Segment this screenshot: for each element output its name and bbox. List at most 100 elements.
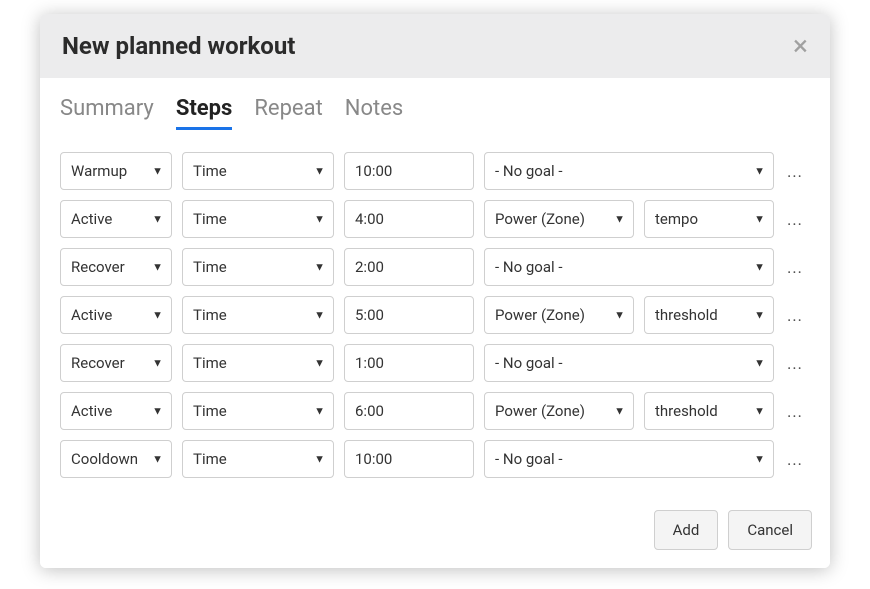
tabs: Summary Steps Repeat Notes: [60, 96, 810, 130]
step-goal-label: Power (Zone): [495, 402, 585, 420]
chevron-down-icon: ▼: [314, 405, 325, 418]
step-more-icon[interactable]: ...: [784, 258, 806, 277]
dialog-header: New planned workout ×: [40, 14, 830, 78]
step-value-input[interactable]: 6:00: [344, 392, 474, 430]
step-type-select[interactable]: Recover ▼: [60, 344, 172, 382]
dialog-footer: Add Cancel: [40, 496, 830, 568]
step-value-label: 6:00: [355, 402, 384, 420]
new-workout-dialog: New planned workout × Summary Steps Repe…: [40, 14, 830, 568]
step-more-icon[interactable]: ...: [784, 354, 806, 373]
step-value-label: 10:00: [355, 162, 392, 180]
step-zone-label: threshold: [655, 306, 718, 324]
step-goal-label: - No goal -: [495, 162, 563, 180]
chevron-down-icon: ▼: [314, 261, 325, 274]
chevron-down-icon: ▼: [754, 405, 765, 418]
tab-summary[interactable]: Summary: [60, 96, 154, 130]
step-measure-select[interactable]: Time ▼: [182, 440, 334, 478]
step-value-label: 10:00: [355, 450, 392, 468]
step-value-input[interactable]: 10:00: [344, 440, 474, 478]
step-goal-label: - No goal -: [495, 258, 563, 276]
dialog-title: New planned workout: [62, 32, 295, 60]
step-row: Warmup ▼ Time ▼ 10:00 - No goal - ▼ ...: [60, 152, 810, 190]
step-measure-select[interactable]: Time ▼: [182, 392, 334, 430]
step-goal-label: Power (Zone): [495, 306, 585, 324]
step-type-select[interactable]: Recover ▼: [60, 248, 172, 286]
step-type-select[interactable]: Active ▼: [60, 296, 172, 334]
step-type-select[interactable]: Cooldown ▼: [60, 440, 172, 478]
step-measure-label: Time: [193, 210, 227, 228]
chevron-down-icon: ▼: [754, 165, 765, 178]
step-zone-select[interactable]: threshold ▼: [644, 296, 774, 334]
step-measure-select[interactable]: Time ▼: [182, 248, 334, 286]
step-measure-select[interactable]: Time ▼: [182, 344, 334, 382]
step-measure-label: Time: [193, 162, 227, 180]
step-more-icon[interactable]: ...: [784, 162, 806, 181]
steps-list: Warmup ▼ Time ▼ 10:00 - No goal - ▼ ...: [60, 152, 810, 478]
tab-notes[interactable]: Notes: [345, 96, 403, 130]
chevron-down-icon: ▼: [152, 213, 163, 226]
step-zone-select[interactable]: tempo ▼: [644, 200, 774, 238]
chevron-down-icon: ▼: [754, 213, 765, 226]
chevron-down-icon: ▼: [314, 165, 325, 178]
step-value-input[interactable]: 2:00: [344, 248, 474, 286]
chevron-down-icon: ▼: [754, 261, 765, 274]
step-more-icon[interactable]: ...: [784, 450, 806, 469]
step-value-input[interactable]: 4:00: [344, 200, 474, 238]
chevron-down-icon: ▼: [614, 309, 625, 322]
step-measure-select[interactable]: Time ▼: [182, 152, 334, 190]
step-more-icon[interactable]: ...: [784, 306, 806, 325]
step-goal-label: - No goal -: [495, 450, 563, 468]
step-value-input[interactable]: 1:00: [344, 344, 474, 382]
step-type-label: Cooldown: [71, 450, 138, 468]
step-zone-select[interactable]: threshold ▼: [644, 392, 774, 430]
step-type-select[interactable]: Warmup ▼: [60, 152, 172, 190]
dialog-body: Summary Steps Repeat Notes Warmup ▼ Time…: [40, 78, 830, 496]
step-type-label: Active: [71, 210, 112, 228]
step-row: Recover ▼ Time ▼ 1:00 - No goal - ▼ ...: [60, 344, 810, 382]
cancel-button[interactable]: Cancel: [728, 510, 812, 550]
step-value-label: 1:00: [355, 354, 384, 372]
step-row: Cooldown ▼ Time ▼ 10:00 - No goal - ▼ ..…: [60, 440, 810, 478]
step-row: Active ▼ Time ▼ 6:00 Power (Zone) ▼ thre…: [60, 392, 810, 430]
step-row: Recover ▼ Time ▼ 2:00 - No goal - ▼ ...: [60, 248, 810, 286]
step-goal-select[interactable]: - No goal - ▼: [484, 344, 774, 382]
step-type-select[interactable]: Active ▼: [60, 392, 172, 430]
tab-repeat[interactable]: Repeat: [254, 96, 322, 130]
step-type-label: Recover: [71, 258, 125, 276]
chevron-down-icon: ▼: [754, 453, 765, 466]
step-type-select[interactable]: Active ▼: [60, 200, 172, 238]
step-zone-label: tempo: [655, 210, 698, 228]
step-measure-label: Time: [193, 354, 227, 372]
step-measure-select[interactable]: Time ▼: [182, 296, 334, 334]
step-goal-select[interactable]: Power (Zone) ▼: [484, 392, 634, 430]
step-measure-label: Time: [193, 258, 227, 276]
chevron-down-icon: ▼: [314, 213, 325, 226]
step-value-input[interactable]: 5:00: [344, 296, 474, 334]
step-goal-select[interactable]: - No goal - ▼: [484, 248, 774, 286]
chevron-down-icon: ▼: [314, 357, 325, 370]
step-row: Active ▼ Time ▼ 5:00 Power (Zone) ▼ thre…: [60, 296, 810, 334]
chevron-down-icon: ▼: [614, 213, 625, 226]
chevron-down-icon: ▼: [152, 309, 163, 322]
step-more-icon[interactable]: ...: [784, 402, 806, 421]
step-measure-label: Time: [193, 450, 227, 468]
chevron-down-icon: ▼: [152, 261, 163, 274]
chevron-down-icon: ▼: [754, 357, 765, 370]
step-goal-select[interactable]: Power (Zone) ▼: [484, 296, 634, 334]
step-measure-label: Time: [193, 402, 227, 420]
step-value-input[interactable]: 10:00: [344, 152, 474, 190]
step-goal-select[interactable]: Power (Zone) ▼: [484, 200, 634, 238]
step-value-label: 2:00: [355, 258, 384, 276]
add-button[interactable]: Add: [654, 510, 719, 550]
tab-steps[interactable]: Steps: [176, 96, 233, 130]
step-measure-select[interactable]: Time ▼: [182, 200, 334, 238]
step-measure-label: Time: [193, 306, 227, 324]
step-type-label: Active: [71, 306, 112, 324]
chevron-down-icon: ▼: [314, 453, 325, 466]
close-icon[interactable]: ×: [793, 32, 808, 60]
step-goal-select[interactable]: - No goal - ▼: [484, 440, 774, 478]
step-zone-label: threshold: [655, 402, 718, 420]
step-goal-select[interactable]: - No goal - ▼: [484, 152, 774, 190]
step-value-label: 5:00: [355, 306, 384, 324]
step-more-icon[interactable]: ...: [784, 210, 806, 229]
